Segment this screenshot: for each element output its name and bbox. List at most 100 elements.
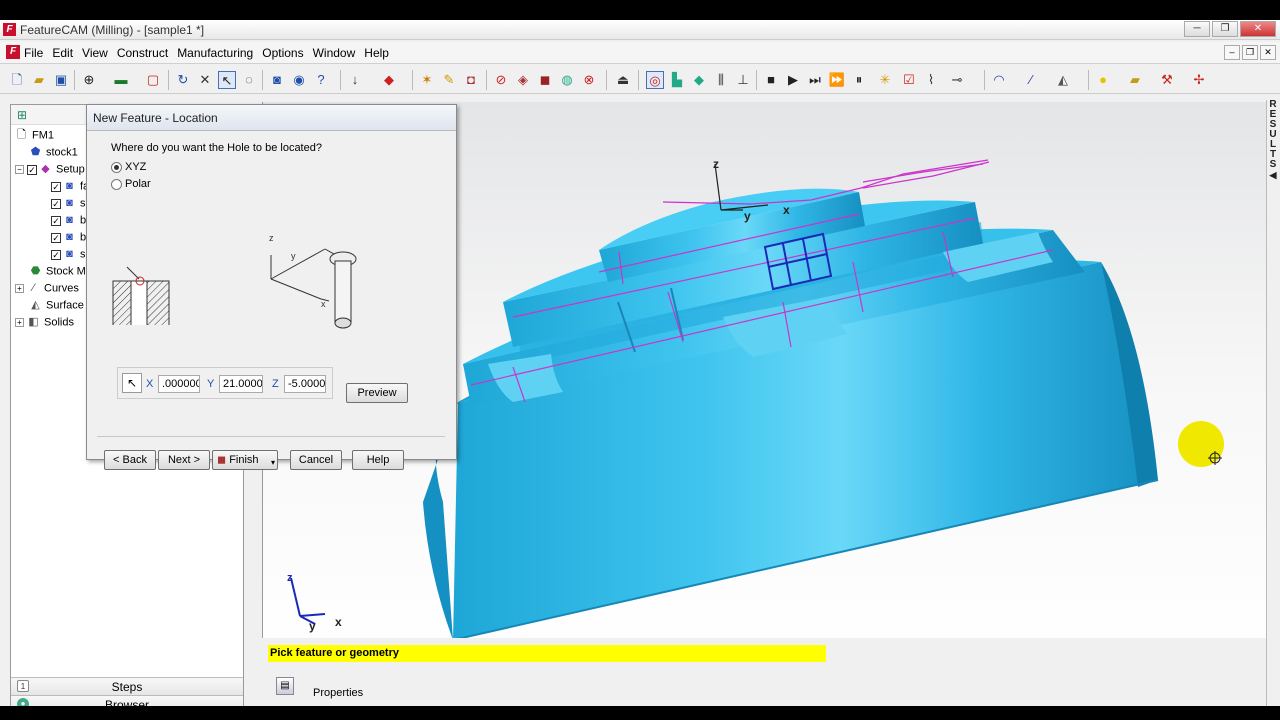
checkbox[interactable]: ✓ bbox=[51, 181, 61, 192]
close-button[interactable]: ✕ bbox=[1240, 21, 1276, 37]
menu-options[interactable]: Options bbox=[262, 46, 303, 60]
preview-button[interactable]: Preview bbox=[346, 383, 408, 403]
dialog-title[interactable]: New Feature - Location bbox=[87, 105, 456, 131]
stock-icon[interactable]: ◼ bbox=[536, 71, 554, 89]
orbit-icon[interactable]: ◌ bbox=[240, 71, 258, 89]
maximize-button[interactable]: ❐ bbox=[1212, 21, 1238, 37]
menu-manufacturing[interactable]: Manufacturing bbox=[177, 46, 253, 60]
open-folder-icon[interactable]: ▰ bbox=[30, 71, 48, 89]
slider-icon[interactable]: ⊸ bbox=[948, 71, 966, 89]
curve-icon[interactable]: ◠ bbox=[990, 71, 1008, 89]
globe-icon[interactable]: ⊕ bbox=[80, 71, 98, 89]
new-feature-location-dialog: New Feature - Location Where do you want… bbox=[86, 104, 457, 470]
solid-tool-icon[interactable]: ◆ bbox=[380, 71, 398, 89]
select-box-icon[interactable]: ▢ bbox=[144, 71, 162, 89]
expand-icon[interactable]: + bbox=[15, 318, 24, 327]
z-field[interactable]: -5.0000( bbox=[284, 375, 326, 393]
menu-edit[interactable]: Edit bbox=[52, 46, 73, 60]
properties-icon[interactable]: ▤ bbox=[276, 677, 294, 695]
chart-icon[interactable]: ⌇ bbox=[922, 71, 940, 89]
process-icon[interactable]: ◈ bbox=[514, 71, 532, 89]
new-file-icon[interactable]: 🗋 bbox=[8, 71, 26, 89]
feature-icon: ◙ bbox=[66, 180, 73, 192]
help-icon[interactable]: ? bbox=[312, 71, 330, 89]
doc-close-button[interactable]: ✕ bbox=[1260, 45, 1276, 60]
feature-wizard-icon[interactable]: ✶ bbox=[418, 71, 436, 89]
measure-icon[interactable]: ⊥ bbox=[734, 71, 752, 89]
stop-icon[interactable]: ■ bbox=[762, 71, 780, 89]
pointer-icon[interactable]: ↖ bbox=[218, 71, 236, 89]
polar-radio[interactable] bbox=[111, 178, 122, 190]
checkbox[interactable]: ✓ bbox=[27, 164, 37, 175]
line-icon[interactable]: ⁄ bbox=[1022, 71, 1040, 89]
surface-icon[interactable]: ◭ bbox=[1054, 71, 1072, 89]
menu-window[interactable]: Window bbox=[313, 46, 356, 60]
speed-icon[interactable]: ✳ bbox=[876, 71, 894, 89]
simulate-icon[interactable]: ⊗ bbox=[580, 71, 598, 89]
xyz-option[interactable]: XYZ bbox=[111, 161, 146, 173]
setup-icon[interactable]: ◍ bbox=[558, 71, 576, 89]
help-button[interactable]: Help bbox=[352, 450, 404, 470]
checkbox[interactable]: ✓ bbox=[51, 249, 61, 260]
results-tab[interactable]: RESULTS ◀ bbox=[1267, 100, 1279, 181]
xyz-radio[interactable] bbox=[111, 161, 122, 173]
feature-icon: ◙ bbox=[66, 197, 73, 209]
tree-view-icon[interactable]: ⊞ bbox=[17, 108, 27, 122]
cancel-button[interactable]: Cancel bbox=[290, 450, 342, 470]
minimize-button[interactable]: ─ bbox=[1184, 21, 1210, 37]
view-icon[interactable]: ◉ bbox=[290, 71, 308, 89]
checkbox[interactable]: ✓ bbox=[51, 215, 61, 226]
letterbox-bottom bbox=[0, 706, 1280, 720]
columns-icon[interactable]: ⫼ bbox=[712, 71, 730, 89]
cross-icon[interactable]: ✕ bbox=[196, 71, 214, 89]
step-icon[interactable]: ⏩ bbox=[828, 71, 846, 89]
doc-restore-button[interactable]: ❐ bbox=[1242, 45, 1258, 60]
rotate-icon[interactable]: ↻ bbox=[174, 71, 192, 89]
save-icon[interactable]: ▣ bbox=[52, 71, 70, 89]
light-icon[interactable]: ● bbox=[1094, 71, 1112, 89]
feature-icon[interactable]: ✎ bbox=[440, 71, 458, 89]
feature-icon: ◙ bbox=[66, 214, 73, 226]
check-icon[interactable]: ☑ bbox=[900, 71, 918, 89]
results-strip[interactable] bbox=[1266, 100, 1280, 706]
finish-button[interactable]: ◼ Finish ▾ bbox=[212, 450, 278, 470]
axis-icon[interactable]: ✢ bbox=[1190, 71, 1208, 89]
y-field[interactable]: 21.0000 bbox=[219, 375, 263, 393]
dropdown-arrow-icon[interactable]: ▾ bbox=[271, 454, 275, 472]
arrow-down-icon[interactable]: ↓ bbox=[346, 71, 364, 89]
menu-file[interactable]: File bbox=[24, 46, 43, 60]
polar-option[interactable]: Polar bbox=[111, 178, 151, 190]
checkbox[interactable]: ✓ bbox=[51, 198, 61, 209]
camera-icon[interactable]: ◙ bbox=[268, 71, 286, 89]
shade-icon[interactable]: ▬ bbox=[112, 71, 130, 89]
menu-view[interactable]: View bbox=[82, 46, 108, 60]
back-button[interactable]: < Back bbox=[104, 450, 156, 470]
doc-minimize-button[interactable]: – bbox=[1224, 45, 1240, 60]
play-icon[interactable]: ▶ bbox=[784, 71, 802, 89]
checkbox[interactable]: ✓ bbox=[51, 232, 61, 243]
tab-steps[interactable]: 1 Steps bbox=[11, 677, 243, 695]
collapse-icon[interactable]: − bbox=[15, 165, 24, 174]
ops-icon[interactable]: ▙ bbox=[668, 71, 686, 89]
next-button[interactable]: Next > bbox=[158, 450, 210, 470]
menu-construct[interactable]: Construct bbox=[117, 46, 168, 60]
tool-icon[interactable]: ⚒ bbox=[1158, 71, 1176, 89]
expand-icon[interactable]: + bbox=[15, 284, 24, 293]
surface-icon: ◭ bbox=[31, 299, 40, 311]
pick-location-button[interactable]: ↖ bbox=[122, 373, 142, 393]
tab-browser[interactable]: ● Browser bbox=[11, 695, 243, 706]
target-icon[interactable]: ◎ bbox=[646, 71, 664, 89]
pause-icon[interactable]: ⏸ bbox=[850, 71, 868, 89]
featurecam-window: F FeatureCAM (Milling) - [sample1 *] ─ ❐… bbox=[0, 20, 1280, 706]
toolpath-icon[interactable]: ⊘ bbox=[492, 71, 510, 89]
document-system-icon[interactable]: F bbox=[6, 45, 20, 59]
hole-icon[interactable]: ◘ bbox=[462, 71, 480, 89]
step-forward-icon[interactable]: ⏭ bbox=[806, 71, 824, 89]
x-field[interactable]: .000000 bbox=[158, 375, 200, 393]
menu-help[interactable]: Help bbox=[364, 46, 389, 60]
tree-ops-icon[interactable]: ◆ bbox=[690, 71, 708, 89]
collapse-arrow-icon[interactable]: ◀ bbox=[1267, 170, 1279, 180]
main-toolbar: 🗋 ▰ ▣ ⊕ ▬ ▢ ↻ ✕ ↖ ◌ ◙ ◉ ? ↓ ◆ ✶ ✎ ◘ ⊘ ◈ … bbox=[0, 66, 1280, 94]
folder-icon[interactable]: ▰ bbox=[1126, 71, 1144, 89]
eject-icon[interactable]: ⏏ bbox=[614, 71, 632, 89]
